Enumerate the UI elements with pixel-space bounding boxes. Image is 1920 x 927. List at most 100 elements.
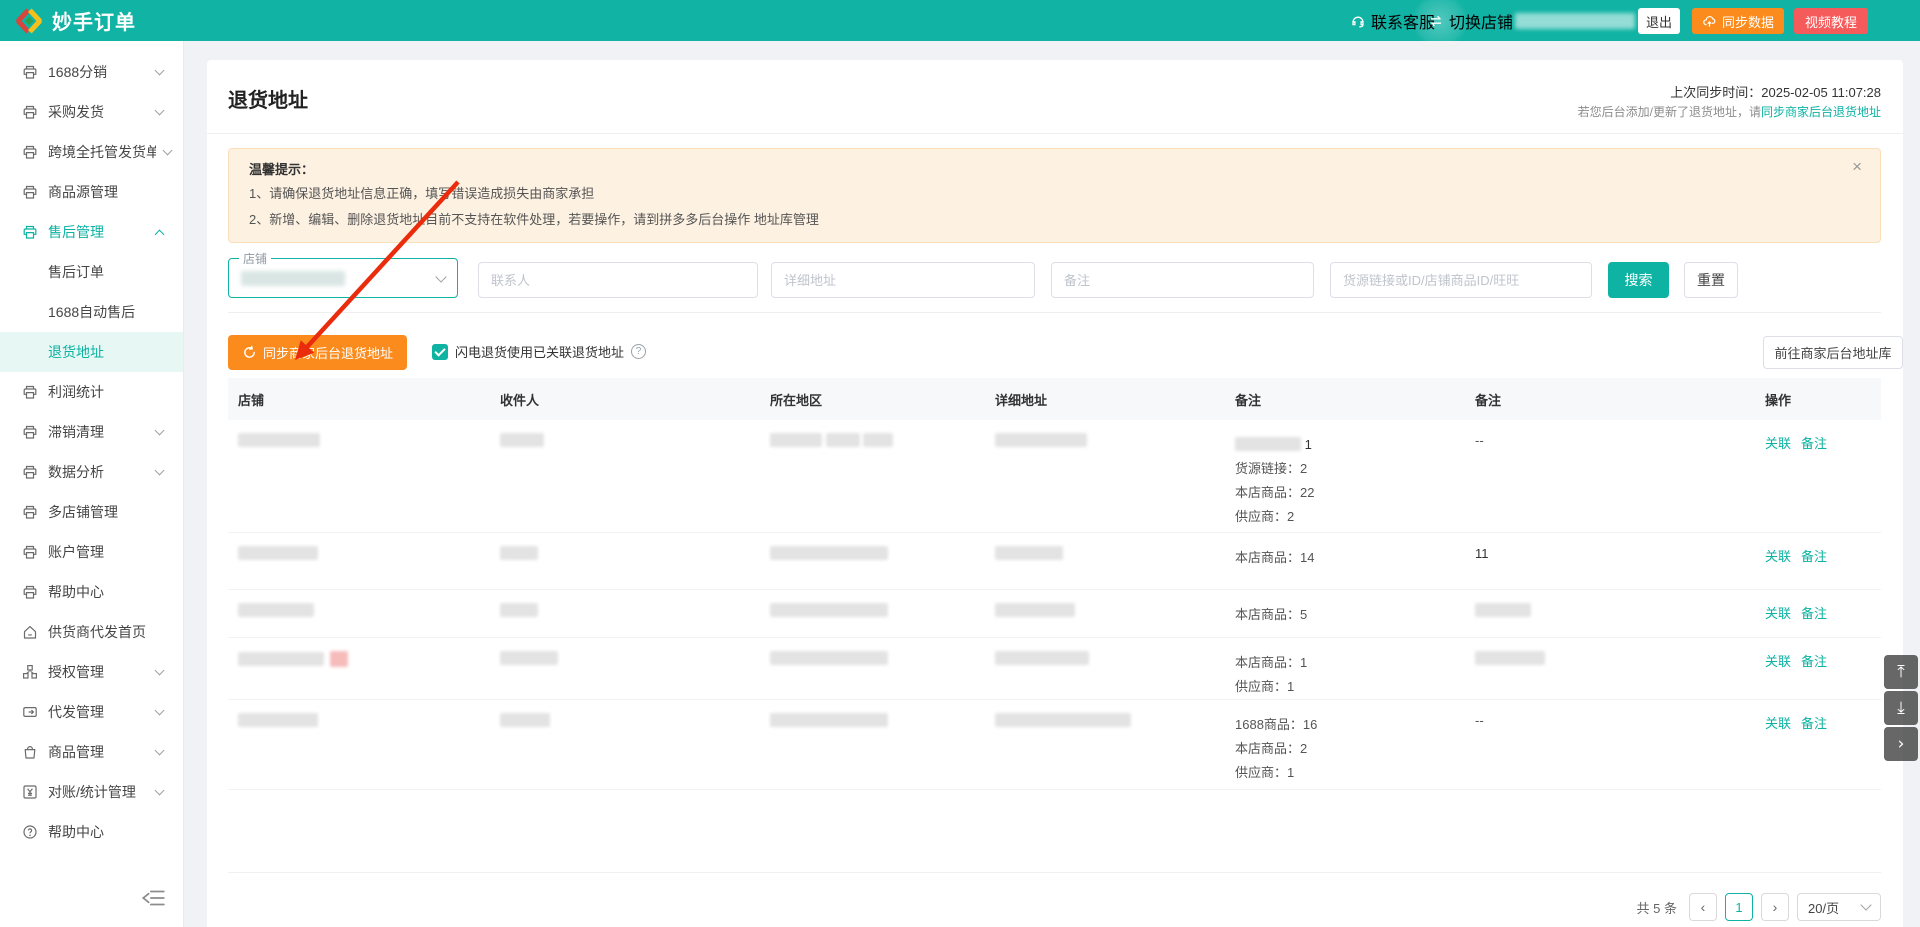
redacted-shop xyxy=(238,433,320,447)
flash-return-checkbox-row: 闪电退货使用已关联退货地址 ? xyxy=(432,342,647,361)
logout-button[interactable]: 退出 xyxy=(1638,8,1680,34)
sidebar-item-shuju-fenxi[interactable]: 数据分析 xyxy=(0,452,183,492)
remark-link[interactable]: 备注 xyxy=(1801,654,1827,669)
detail-address-input[interactable] xyxy=(771,262,1035,298)
chevron-up-icon xyxy=(154,229,165,240)
redacted-tag xyxy=(330,651,348,667)
sidebar-item-kuajing-fahuodan[interactable]: 跨境全托管发货单 xyxy=(0,132,183,172)
sync-backend-address-link[interactable]: 同步商家后台退货地址 xyxy=(1761,105,1881,119)
help-question-icon[interactable]: ? xyxy=(631,344,647,359)
chevron-down-icon xyxy=(154,425,165,436)
relate-link[interactable]: 关联 xyxy=(1765,606,1791,621)
chevron-down-icon xyxy=(154,745,165,756)
sidebar-item-lirun-tongji[interactable]: 利润统计 xyxy=(0,372,183,412)
pagination-current-page[interactable]: 1 xyxy=(1725,893,1753,921)
remark-link[interactable]: 备注 xyxy=(1801,549,1827,564)
sidebar-item-shangpinyuan[interactable]: 商品源管理 xyxy=(0,172,183,212)
sync-data-button[interactable]: 同步数据 xyxy=(1692,8,1785,34)
sidebar-item-1688-fenxiao[interactable]: 1688分销 xyxy=(0,52,183,92)
redacted-region xyxy=(770,713,888,727)
sidebar-item-zhixiao-qingli[interactable]: 滞销清理 xyxy=(0,412,183,452)
chevron-down-icon xyxy=(162,145,173,156)
warm-tip-banner: 温馨提示： 1、请确保退货地址信息正确，填写错误造成损失由商家承担 2、新增、编… xyxy=(228,148,1881,243)
home-icon xyxy=(22,624,38,640)
sidebar-item-shouquan-guanli[interactable]: 授权管理 xyxy=(0,652,183,692)
sidebar-item-duizhang-tongji[interactable]: 对账/统计管理 xyxy=(0,772,183,812)
redacted-region xyxy=(863,433,894,447)
remark-link[interactable]: 备注 xyxy=(1801,606,1827,621)
redacted-region xyxy=(770,433,822,447)
sidebar-item-shangpin-guanli[interactable]: 商品管理 xyxy=(0,732,183,772)
pagination-next-button[interactable]: › xyxy=(1761,893,1789,921)
source-link-input[interactable] xyxy=(1330,262,1592,298)
main-content-card: 退货地址 上次同步时间：2025-02-05 11:07:28 若您后台添加/更… xyxy=(207,60,1903,927)
sidebar-item-zhanghu-guanli[interactable]: 账户管理 xyxy=(0,532,183,572)
contact-service-link[interactable]: 联系客服 xyxy=(1350,0,1435,41)
video-tutorial-button[interactable]: 视频教程 xyxy=(1794,8,1869,34)
chevron-down-icon xyxy=(154,665,165,676)
chevron-down-icon xyxy=(435,271,447,283)
sidebar-item-tuihuo-dizhi[interactable]: 退货地址 xyxy=(0,332,183,372)
chevron-down-icon xyxy=(154,705,165,716)
sync-hint: 若您后台添加/更新了退货地址，请同步商家后台退货地址 xyxy=(1577,105,1881,119)
redacted-remark xyxy=(1475,651,1545,665)
relate-link[interactable]: 关联 xyxy=(1765,716,1791,731)
remark-input[interactable] xyxy=(1051,262,1314,298)
to-bottom-button[interactable]: ⤓ xyxy=(1884,691,1918,725)
yen-box-icon xyxy=(22,784,38,800)
switch-shop-link[interactable]: 切换店铺 xyxy=(1428,0,1513,41)
sidebar-item-duodianpu[interactable]: 多店铺管理 xyxy=(0,492,183,532)
redacted-region xyxy=(825,433,860,447)
sidebar-item-caigou-fahuo[interactable]: 采购发货 xyxy=(0,92,183,132)
flash-return-label: 闪电退货使用已关联退货地址 xyxy=(455,345,625,360)
chevron-down-icon xyxy=(1860,899,1872,911)
table-row: 本店商品：14 11 关联 备注 xyxy=(228,533,1881,590)
remark-link[interactable]: 备注 xyxy=(1801,716,1827,731)
printer-icon xyxy=(22,584,38,600)
app-root: 妙手订单 联系客服 切换店铺 退出 同步数据 视频教程 1688分销 采购发货 xyxy=(0,0,1920,927)
warm-tip-line-1: 1、请确保退货地址信息正确，填写错误造成损失由商家承担 xyxy=(249,186,595,201)
back-to-top-button[interactable]: ⤒ xyxy=(1884,655,1918,689)
brand-logo[interactable]: 妙手订单 xyxy=(14,6,136,36)
printer-icon xyxy=(22,144,38,160)
printer-icon xyxy=(22,464,38,480)
redacted-region xyxy=(770,603,888,617)
chevron-down-icon xyxy=(154,65,165,76)
top-header-bar: 妙手订单 联系客服 切换店铺 退出 同步数据 视频教程 xyxy=(0,0,1920,49)
shop-select[interactable]: 店铺 xyxy=(228,250,458,298)
sidebar-collapse-icon[interactable] xyxy=(140,887,166,909)
printer-icon xyxy=(22,504,38,520)
remark-link[interactable]: 备注 xyxy=(1801,436,1827,451)
sidebar-item-help-center[interactable]: 帮助中心 xyxy=(0,812,183,852)
close-icon[interactable]: × xyxy=(1852,157,1862,177)
goto-backend-address-button[interactable]: 前往商家后台地址库 xyxy=(1763,336,1903,369)
printer-icon xyxy=(22,224,38,240)
page-size-select[interactable]: 20/页 xyxy=(1797,893,1881,921)
refresh-icon xyxy=(242,345,257,360)
last-sync-time: 上次同步时间：2025-02-05 11:07:28 xyxy=(1670,85,1881,100)
relate-link[interactable]: 关联 xyxy=(1765,654,1791,669)
sidebar-item-shouhou-dingdan[interactable]: 售后订单 xyxy=(0,252,183,292)
redacted-address xyxy=(995,651,1089,665)
expand-panel-button[interactable]: › xyxy=(1884,727,1918,761)
sidebar-item-1688-auto-shouhou[interactable]: 1688自动售后 xyxy=(0,292,183,332)
redacted-shop xyxy=(238,713,318,727)
redacted-contact xyxy=(500,651,558,665)
reset-button[interactable]: 重置 xyxy=(1684,262,1738,298)
sync-return-address-button[interactable]: 同步商家后台退货地址 xyxy=(228,335,408,370)
flash-return-checkbox[interactable] xyxy=(432,343,448,360)
search-button[interactable]: 搜索 xyxy=(1608,262,1669,298)
pagination-prev-button[interactable]: ‹ xyxy=(1689,893,1717,921)
sidebar-item-shouhou-guanli[interactable]: 售后管理 xyxy=(0,212,183,252)
redacted-contact xyxy=(500,713,550,727)
table-row: 本店商品：1 供应商：1 关联 备注 xyxy=(228,638,1881,700)
relate-link[interactable]: 关联 xyxy=(1765,436,1791,451)
contact-input[interactable] xyxy=(478,262,758,298)
redacted-address xyxy=(995,546,1063,560)
relate-link[interactable]: 关联 xyxy=(1765,549,1791,564)
sidebar-item-daifa-guanli[interactable]: 代发管理 xyxy=(0,692,183,732)
table-row: 本店商品：5 关联 备注 xyxy=(228,590,1881,638)
sidebar-item-gonghuoshang-home[interactable]: 供货商代发首页 xyxy=(0,612,183,652)
sidebar-item-bangzhu-zhongxin[interactable]: 帮助中心 xyxy=(0,572,183,612)
chevron-down-icon xyxy=(154,465,165,476)
